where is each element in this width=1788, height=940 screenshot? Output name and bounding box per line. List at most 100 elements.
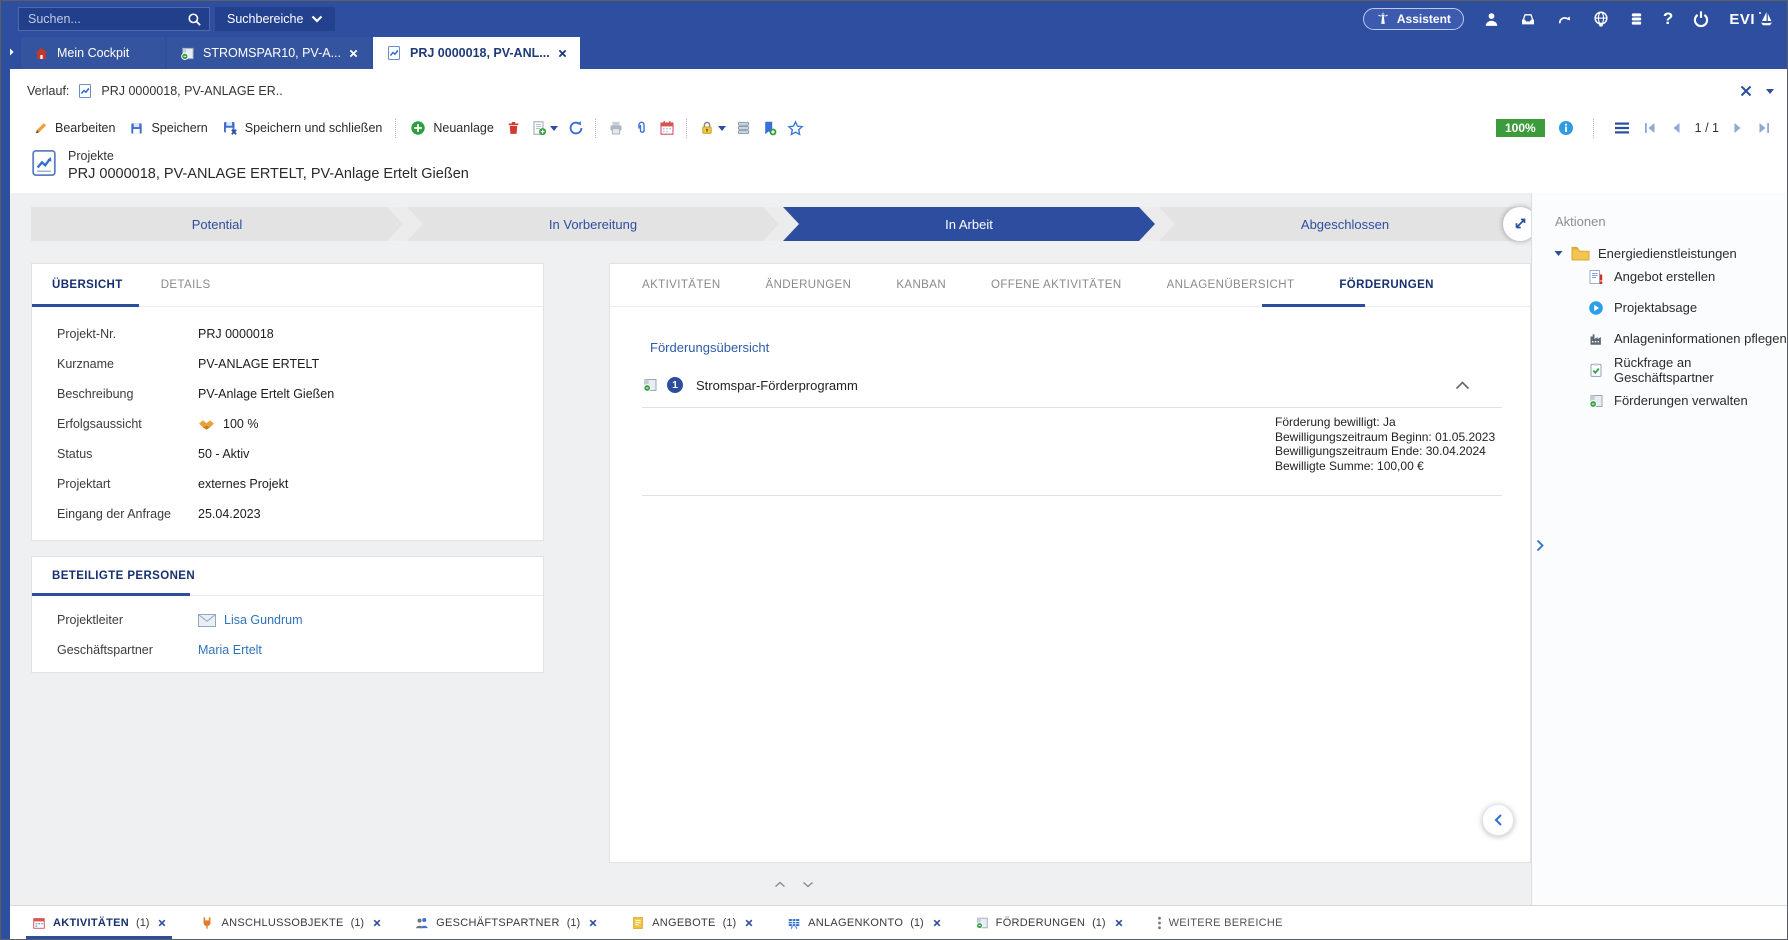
bottom-tab-anschlussobjekte[interactable]: ANSCHLUSSOBJEKTE (1): [200, 906, 381, 939]
action-projektabsage[interactable]: Projektabsage: [1532, 292, 1787, 323]
global-search[interactable]: [18, 7, 210, 31]
bottom-tab-weitere-bereiche[interactable]: WEITERE BEREICHE: [1157, 906, 1283, 939]
favorite-button[interactable]: [782, 116, 809, 141]
last-page-icon[interactable]: [1757, 121, 1771, 135]
tab-close-icon[interactable]: [349, 49, 358, 58]
bottom-tab-foerderungen[interactable]: FÖRDERUNGEN (1): [975, 906, 1123, 939]
search-scope-dropdown[interactable]: Suchbereiche: [215, 7, 335, 31]
tab-label: Mein Cockpit: [57, 46, 129, 60]
person-link[interactable]: Maria Ertelt: [198, 643, 262, 657]
bottom-tab-count: (1): [351, 917, 364, 929]
chevron-down-icon[interactable]: [550, 126, 558, 131]
inbox-icon[interactable]: [1519, 11, 1537, 27]
prev-page-icon[interactable]: [1670, 121, 1682, 135]
section-title: Förderungsübersicht: [650, 340, 769, 355]
detail-card: AKTIVITÄTEN ÄNDERUNGEN KANBAN OFFENE AKT…: [609, 263, 1531, 863]
save-close-button[interactable]: Speichern und schließen: [215, 116, 390, 140]
tab-kanban[interactable]: KANBAN: [896, 264, 946, 306]
tab-mein-cockpit[interactable]: Mein Cockpit: [21, 37, 165, 69]
stage-in-arbeit[interactable]: In Arbeit: [783, 207, 1155, 241]
chevron-down-icon[interactable]: [718, 126, 726, 131]
logout-icon[interactable]: [1692, 10, 1710, 28]
permissions-button[interactable]: [694, 116, 731, 140]
bottom-tab-geschaeftspartner[interactable]: GESCHÄFTSPARTNER (1): [415, 906, 597, 939]
menu-icon[interactable]: [1614, 121, 1630, 135]
field-value: Lisa Gundrum: [198, 613, 303, 627]
funding-group-row[interactable]: 1 Stromspar-Förderprogramm: [642, 372, 1502, 398]
history-entry[interactable]: PRJ 0000018, PV-ANLAGE ER..: [101, 84, 282, 98]
stage-abgeschlossen[interactable]: Abgeschlossen: [1159, 207, 1531, 241]
chevron-up-icon[interactable]: [774, 881, 786, 888]
tab-close-icon[interactable]: [745, 919, 753, 927]
tab-close-icon[interactable]: [373, 919, 381, 927]
copy-record-button[interactable]: [526, 116, 563, 140]
tab-anlagenuebersicht[interactable]: ANLAGENÜBERSICHT: [1167, 264, 1295, 306]
tab-close-icon[interactable]: [1115, 919, 1123, 927]
tab-close-icon[interactable]: [589, 919, 597, 927]
tab-close-icon[interactable]: [158, 919, 166, 927]
search-icon[interactable]: [187, 12, 202, 27]
tab-foerderungen[interactable]: FÖRDERUNGEN: [1339, 264, 1434, 306]
tab-details[interactable]: DETAILS: [161, 264, 211, 306]
assistant-button[interactable]: Assistent: [1363, 8, 1464, 30]
action-rueckfrage-geschaeftspartner[interactable]: Rückfrage an Geschäftspartner: [1532, 354, 1787, 385]
save-label: Speichern: [151, 121, 207, 135]
bottom-tab-angebote[interactable]: ANGEBOTE (1): [631, 906, 753, 939]
caret-down-icon[interactable]: [1554, 250, 1563, 257]
bookmark-add-button[interactable]: [756, 116, 782, 140]
chevron-down-icon[interactable]: [802, 881, 814, 888]
tab-stromspar10[interactable]: STROMSPAR10, PV-A...: [167, 37, 371, 69]
save-button[interactable]: Speichern: [122, 117, 214, 140]
bottom-tab-bar: AKTIVITÄTEN (1) ANSCHLUSSOBJEKTE (1): [10, 905, 1787, 939]
info-icon[interactable]: [1558, 120, 1574, 136]
stage-potential[interactable]: Potential: [31, 207, 403, 241]
left-edge-strip: [1, 37, 10, 939]
bottom-tab-anlagenkonto[interactable]: ANLAGENKONTO (1): [787, 906, 941, 939]
action-angebot-erstellen[interactable]: Angebot erstellen: [1532, 261, 1787, 292]
tab-aenderungen[interactable]: ÄNDERUNGEN: [766, 264, 852, 306]
sidebar-expand-handle[interactable]: [1535, 539, 1545, 557]
redo-icon[interactable]: [1556, 12, 1573, 27]
print-button[interactable]: [603, 116, 629, 140]
chevron-up-icon[interactable]: [1455, 381, 1470, 390]
dossier-button[interactable]: [731, 116, 756, 140]
tab-close-icon[interactable]: [558, 49, 567, 58]
action-anlageninformationen-pflegen[interactable]: Anlageninformationen pflegen: [1532, 323, 1787, 354]
first-page-icon[interactable]: [1643, 121, 1657, 135]
active-tab-underline: [32, 593, 190, 596]
search-input[interactable]: [26, 11, 181, 27]
action-label: Rückfrage an Geschäftspartner: [1614, 355, 1787, 385]
delete-button[interactable]: [501, 116, 526, 140]
action-foerderungen-verwalten[interactable]: Förderungen verwalten: [1532, 385, 1787, 416]
calendar-button[interactable]: [654, 116, 680, 140]
chevron-down-icon[interactable]: [1766, 89, 1774, 94]
close-icon[interactable]: [1740, 85, 1752, 97]
pencil-icon: [33, 121, 48, 136]
person-link[interactable]: Lisa Gundrum: [224, 613, 303, 627]
next-page-icon[interactable]: [1732, 121, 1744, 135]
user-icon[interactable]: [1483, 11, 1500, 28]
tab-uebersicht[interactable]: ÜBERSICHT: [52, 264, 123, 306]
database-icon[interactable]: [1629, 11, 1644, 27]
help-icon[interactable]: ?: [1663, 9, 1673, 29]
new-record-button[interactable]: Neuanlage: [403, 116, 500, 140]
actions-group[interactable]: Energiedienstleistungen: [1554, 246, 1787, 261]
funding-detail-line: Bewilligte Summe: 100,00 €: [1275, 459, 1495, 474]
edit-button[interactable]: Bearbeiten: [26, 117, 122, 140]
bottom-tab-aktivitaeten[interactable]: AKTIVITÄTEN (1): [32, 906, 166, 939]
collapse-panel-button[interactable]: [1482, 804, 1514, 836]
tab-offene-aktivitaeten[interactable]: OFFENE AKTIVITÄTEN: [991, 264, 1122, 306]
refresh-button[interactable]: [563, 116, 589, 140]
bookmark-plus-icon: [761, 120, 777, 136]
tab-aktivitaeten[interactable]: AKTIVITÄTEN: [642, 264, 721, 306]
tab-beteiligte-personen[interactable]: BETEILIGTE PERSONEN: [52, 557, 195, 595]
zoom-badge[interactable]: 100%: [1496, 119, 1545, 137]
field-row: Beschreibung PV-Anlage Ertelt Gießen: [32, 379, 543, 409]
tab-close-icon[interactable]: [933, 919, 941, 927]
envelope-icon[interactable]: [198, 614, 216, 627]
tab-prj-0000018[interactable]: PRJ 0000018, PV-ANL...: [373, 37, 580, 69]
page-indicator: 1 / 1: [1695, 121, 1719, 135]
attachment-button[interactable]: [629, 116, 654, 140]
globe-user-icon[interactable]: [1592, 10, 1610, 28]
stage-in-vorbereitung[interactable]: In Vorbereitung: [407, 207, 779, 241]
